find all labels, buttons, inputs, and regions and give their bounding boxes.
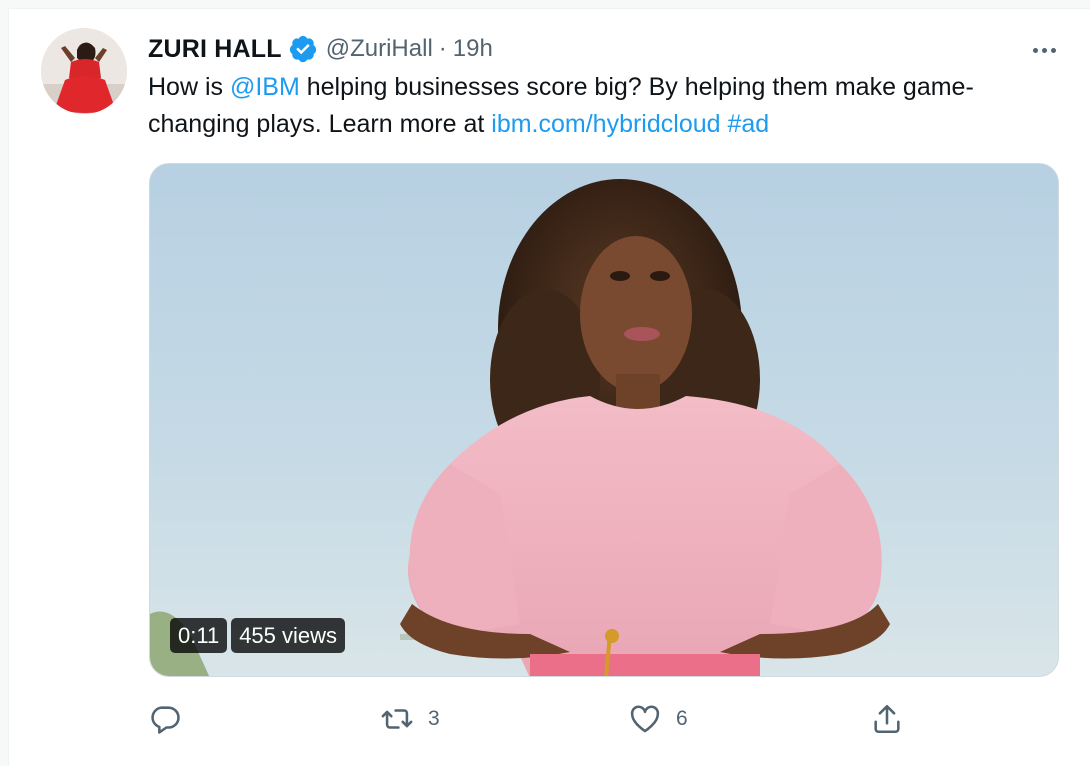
- verified-badge-icon: [288, 34, 318, 64]
- author-name[interactable]: ZURI HALL: [148, 35, 282, 64]
- share-icon: [870, 702, 904, 736]
- like-icon: [628, 702, 662, 736]
- avatar[interactable]: [41, 28, 127, 114]
- url-link[interactable]: ibm.com/hybridcloud: [491, 110, 720, 138]
- tweet-text: How is @IBM helping businesses score big…: [148, 69, 1048, 143]
- tweet-header: ZURI HALL @ZuriHall · 19h: [148, 33, 493, 65]
- tweet-actions: 3 6: [148, 699, 928, 739]
- header-separator: ·: [438, 35, 447, 62]
- video-views: 455 views: [231, 618, 346, 653]
- reply-icon: [148, 702, 182, 736]
- video-thumbnail: [150, 164, 1058, 676]
- tweet-timestamp[interactable]: 19h: [453, 35, 493, 63]
- reply-button[interactable]: [148, 699, 196, 739]
- like-button[interactable]: 6: [628, 699, 688, 739]
- video-overlay: 0:11 455 views: [170, 618, 346, 653]
- like-count: 6: [676, 707, 688, 730]
- mention-link[interactable]: @IBM: [230, 73, 300, 101]
- retweet-count: 3: [428, 707, 440, 730]
- video-duration: 0:11: [170, 618, 228, 653]
- hashtag-link[interactable]: #ad: [727, 110, 769, 138]
- retweet-button[interactable]: 3: [380, 699, 440, 739]
- retweet-icon: [380, 702, 414, 736]
- author-handle[interactable]: @ZuriHall: [326, 35, 433, 63]
- video-player[interactable]: 0:11 455 views: [149, 163, 1059, 677]
- avatar-photo: [41, 28, 127, 114]
- tweet-card[interactable]: ZURI HALL @ZuriHall · 19h How is @IBM he…: [8, 8, 1090, 766]
- more-options-icon[interactable]: [1026, 35, 1062, 65]
- timeline-background: ZURI HALL @ZuriHall · 19h How is @IBM he…: [0, 0, 1090, 766]
- share-button[interactable]: [870, 699, 904, 739]
- tweet-text-part: How is: [148, 73, 230, 101]
